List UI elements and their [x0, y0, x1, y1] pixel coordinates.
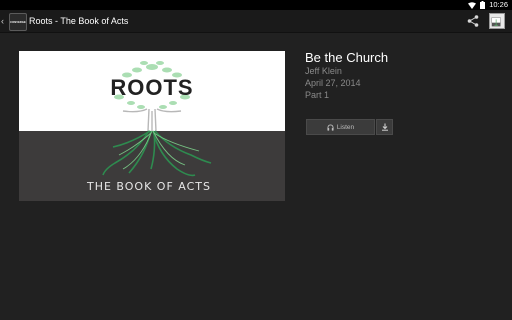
sermon-date: April 27, 2014	[305, 78, 361, 88]
listen-label: Listen	[336, 123, 355, 131]
artwork-headline: ROOTS	[110, 75, 193, 100]
sermon-info: Be the Church Jeff Klein April 27, 2014 …	[305, 50, 388, 101]
sermon-part: Part 1	[305, 90, 330, 100]
overflow-thumbnail-icon[interactable]	[489, 13, 505, 29]
page-title: Roots - The Book of Acts	[29, 16, 129, 26]
wifi-icon	[468, 1, 477, 9]
download-icon	[381, 123, 388, 131]
back-icon[interactable]: ‹	[1, 15, 4, 27]
sermon-speaker: Jeff Klein	[305, 66, 342, 76]
sermon-title: Be the Church	[305, 50, 389, 65]
share-icon[interactable]	[466, 14, 480, 28]
app-logo-text: CONVERGE	[10, 20, 26, 24]
battery-icon	[480, 1, 486, 9]
action-bar: ‹ CONVERGE Roots - The Book of Acts	[0, 10, 512, 33]
headphones-icon	[327, 123, 334, 131]
listen-button[interactable]: Listen	[306, 119, 375, 135]
artwork-subline: THE BOOK OF ACTS	[86, 180, 211, 193]
app-logo[interactable]: CONVERGE	[9, 13, 27, 31]
sermon-artwork: ROOTS THE BOOK OF ACTS	[19, 51, 285, 201]
download-button[interactable]	[376, 119, 393, 135]
media-actions: Listen	[306, 119, 393, 135]
status-bar: 10:26	[0, 0, 512, 10]
status-time: 10:26	[489, 0, 508, 9]
roots-artwork-image: ROOTS THE BOOK OF ACTS	[19, 51, 285, 201]
